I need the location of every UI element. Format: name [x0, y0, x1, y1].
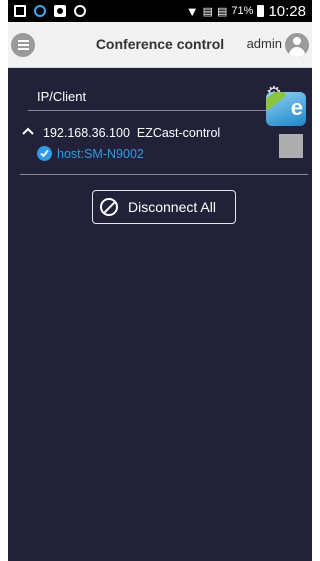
battery-percent: 71% [231, 5, 254, 17]
chevron-up-icon[interactable] [22, 127, 34, 135]
user-name[interactable]: admin [247, 36, 282, 51]
battery-icon [257, 5, 265, 17]
clock-icon [74, 5, 86, 17]
list-divider [20, 174, 308, 175]
app-icon [54, 5, 66, 17]
user-icon[interactable] [285, 33, 309, 57]
app-bar: Conference control admin [8, 22, 312, 68]
data-icon: ▤ [202, 5, 214, 18]
clock-time: 10:28 [268, 2, 306, 20]
avatar-head [293, 37, 301, 45]
device-host-line: host:SM-N9002 [37, 146, 144, 161]
list-header: IP/Client ⚙ e [28, 83, 306, 126]
logo-letter: e [290, 95, 303, 120]
prohibit-icon [100, 198, 118, 216]
device-ip: 192.168.36.100 [43, 126, 130, 140]
data-icon: ▤ [217, 5, 228, 18]
gallery-icon [14, 5, 26, 17]
device-select-checkbox[interactable] [279, 134, 303, 158]
disconnect-all-button[interactable]: Disconnect All [92, 190, 236, 224]
wifi-icon: ▼ [185, 3, 199, 19]
logo-ribbon [266, 92, 287, 111]
check-circle-icon [37, 146, 52, 161]
avatar-body [289, 47, 305, 57]
check-mark [40, 149, 49, 158]
device-host: host:SM-N9002 [57, 146, 144, 161]
column-header-ip-client: IP/Client [37, 89, 87, 104]
circle-icon [34, 5, 46, 17]
device-label: EZCast-control [136, 126, 221, 140]
disconnect-all-label: Disconnect All [128, 199, 216, 215]
status-right-icons: ▼ ▤ ▤ 71% 10:28 [186, 3, 306, 20]
status-left-icons [14, 5, 86, 17]
status-bar: ▼ ▤ ▤ 71% 10:28 [8, 0, 312, 22]
device-name: 192.168.36.100 EZCast-control [43, 126, 220, 140]
conference-panel: IP/Client ⚙ e 192.168.36.100 EZCast-cont… [8, 68, 312, 561]
device-row[interactable]: 192.168.36.100 EZCast-control host:SM-N9… [16, 120, 308, 176]
